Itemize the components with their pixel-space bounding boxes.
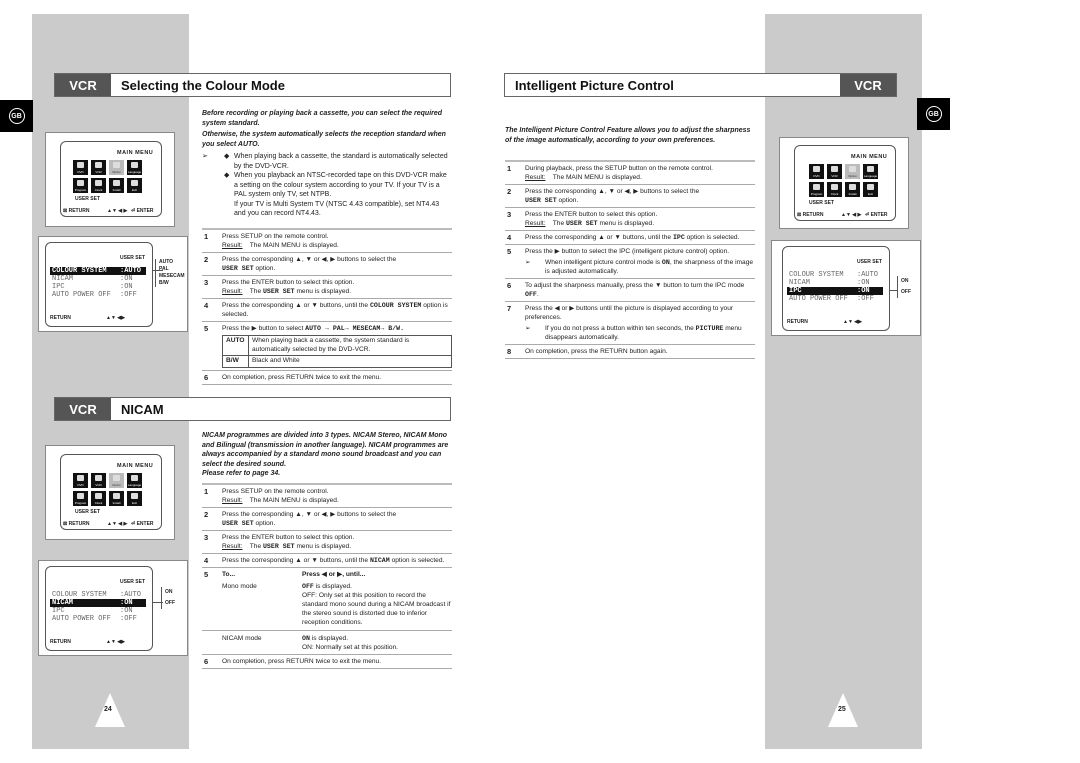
colour-intro-2: Otherwise, the system automatically sele… <box>202 131 446 148</box>
section-title: Selecting the Colour Mode <box>121 77 285 93</box>
menu-icon-option: Option <box>109 160 124 175</box>
main-menu-illustration-nicam: MAIN MENU DVD VCR Option Language Program Clo… <box>45 445 175 540</box>
language-badge-left: GB <box>0 100 33 132</box>
menu-icon-dvd: DVD <box>73 473 88 488</box>
menu-icon-dvd: DVD <box>73 160 88 175</box>
menu-row-colour-system: COLOUR SYSTEM:AUTO <box>50 267 146 275</box>
menu-icon-program: Program <box>809 182 824 197</box>
menu-icon-language: Language <box>127 473 142 488</box>
vcr-tag: VCR <box>55 74 111 96</box>
menu-row-ipc: IPC:ON <box>52 283 133 291</box>
menu-icon-exit: Exit <box>863 182 878 197</box>
menu-icon-dvd: DVD <box>809 164 824 179</box>
return-label: ⊠ RETURN <box>63 208 90 214</box>
menu-row-nicam: NICAM:ON <box>52 275 133 283</box>
step-1: 1 Press SETUP on the remote control. Resul… <box>202 230 452 253</box>
menu-icons: DVD VCR Option Language Program Clock Install E… <box>73 160 142 193</box>
nicam-steps: 1 Press SETUP on the remote control. Resul… <box>202 483 452 669</box>
section-header-nicam: VCR NICAM <box>54 397 451 421</box>
main-menu-illustration-ipc: MAIN MENU DVD VCR Option Language Program Clo… <box>779 137 909 229</box>
ipc-intro: The Intelligent Picture Control Feature … <box>505 127 751 144</box>
step-3: 3 Press the ENTER button to select this o… <box>202 276 452 299</box>
menu-icon-language: Language <box>127 160 142 175</box>
colour-notes: ➢ ◆ When playing back a cassette, the stan… <box>202 153 448 217</box>
language-badge-right: GB <box>917 98 950 130</box>
main-menu-illustration: MAIN MENU DVD VCR Option Language Program Clo… <box>45 132 175 227</box>
menu-row-auto-power-off: AUTO POWER OFF:OFF <box>52 291 137 299</box>
tv-screen: USER SET COLOUR SYSTEM:AUTO NICAM:ON IPC… <box>45 242 153 327</box>
vcr-tag: VCR <box>840 74 896 96</box>
step-6: 6 On completion, press RETURN twice to ex… <box>202 371 452 385</box>
menu-icon-install: Install <box>845 182 860 197</box>
tv-screen: MAIN MENU DVD VCR Option Language Program Clo… <box>60 141 162 217</box>
colour-options: AUTO PAL MESECAM B/W <box>155 259 185 287</box>
nicam-intro: NICAM programmes are divided into 3 type… <box>202 432 449 477</box>
menu-icon-vcr: VCR <box>91 160 106 175</box>
nicam-options: ON OFF <box>161 587 175 609</box>
user-set-illustration-colour: USER SET COLOUR SYSTEM:AUTO NICAM:ON IPC… <box>38 236 188 332</box>
page-number-right: 25 <box>838 706 846 713</box>
section-header-colour: VCR Selecting the Colour Mode <box>54 73 451 97</box>
menu-icon-program: Program <box>73 491 88 506</box>
menu-icon-clock: Clock <box>827 182 842 197</box>
menu-icons: DVD VCR Option Language Program Clock Install E… <box>809 164 878 197</box>
menu-icon-exit: Exit <box>127 178 142 193</box>
ipc-steps: 1 During playback, press the SETUP button… <box>505 160 755 359</box>
section-header-ipc: Intelligent Picture Control VCR <box>504 73 897 97</box>
step-2: 2 Press the corresponding ▲, ▼ or ◀, ▶ bu… <box>202 253 452 276</box>
menu-icon-language: Language <box>863 164 878 179</box>
menu-icon-clock: Clock <box>91 491 106 506</box>
colour-steps: 1 Press SETUP on the remote control. Resul… <box>202 228 452 385</box>
menu-icon-option: Option <box>109 473 124 488</box>
right-margin-column <box>765 14 922 749</box>
menu-icon-install: Install <box>109 178 124 193</box>
step-4: 4 Press the corresponding ▲ or ▼ buttons,… <box>202 299 452 322</box>
user-set-illustration-nicam: USER SET COLOUR SYSTEM:AUTO NICAM:ON IPC… <box>38 560 188 656</box>
colour-mode-table: AUTO When playing back a cassette, the sy… <box>222 335 452 368</box>
menu-icons: DVD VCR Option Language Program Clock Install E… <box>73 473 142 506</box>
menu-icon-option: Option <box>845 164 860 179</box>
menu-icon-vcr: VCR <box>827 164 842 179</box>
menu-icon-program: Program <box>73 178 88 193</box>
user-set-illustration-ipc: USER SET COLOUR SYSTEM:AUTO NICAM:ON IPC… <box>771 240 921 336</box>
menu-icon-vcr: VCR <box>91 473 106 488</box>
menu-icon-exit: Exit <box>127 491 142 506</box>
section-title: Intelligent Picture Control <box>515 77 674 93</box>
step-5: 5 Press the ▶ button to select AUTO → PAL… <box>202 322 452 371</box>
enter-label: ⏎ ENTER <box>131 208 154 214</box>
ipc-options: ON OFF <box>897 276 911 298</box>
page-number-left: 24 <box>104 706 112 713</box>
menu-icon-clock: Clock <box>91 178 106 193</box>
menu-icon-install: Install <box>109 491 124 506</box>
colour-intro-1: Before recording or playing back a casse… <box>202 110 443 127</box>
